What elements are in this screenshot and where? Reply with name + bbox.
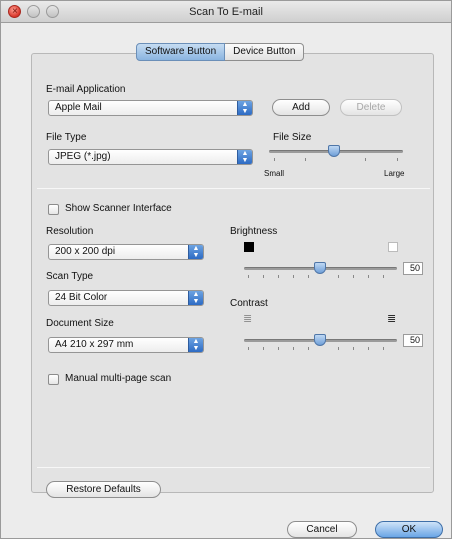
slider-tick [248,347,249,350]
file-size-slider-knob[interactable] [328,145,340,157]
slider-tick [274,158,275,161]
white-square-icon [388,242,398,252]
up-down-arrows-icon: ▲ ▼ [188,338,203,352]
document-size-value: A4 210 x 297 mm [55,339,134,350]
high-contrast-icon: ≣ [387,313,397,325]
window-title: Scan To E-mail [189,6,263,18]
slider-tick [263,275,264,278]
title-bar[interactable]: × Scan To E-mail [1,1,451,23]
ok-button[interactable]: OK [375,521,443,538]
scan-type-label: Scan Type [46,271,94,282]
file-type-label: File Type [46,132,87,143]
email-application-label: E-mail Application [46,84,126,95]
contrast-slider-knob[interactable] [314,334,326,346]
up-down-arrows-icon: ▲ ▼ [237,150,252,164]
slider-tick [368,347,369,350]
low-contrast-icon: ≣ [243,313,253,325]
slider-tick [278,275,279,278]
slider-tick [248,275,249,278]
slider-tick [383,275,384,278]
black-square-icon [244,242,254,252]
resolution-popup[interactable]: 200 x 200 dpi ▲ ▼ [48,244,204,260]
file-size-label: File Size [273,132,312,143]
slider-tick [308,275,309,278]
show-scanner-interface-checkbox[interactable] [48,204,59,215]
tab-bar: Software Button Device Button [136,43,305,61]
contrast-value-field[interactable]: 50 [403,334,423,347]
slider-tick [293,275,294,278]
document-size-label: Document Size [46,318,114,329]
scan-type-value: 24 Bit Color [55,292,108,303]
brightness-slider-knob[interactable] [314,262,326,274]
contrast-label: Contrast [230,298,268,309]
add-button[interactable]: Add [272,99,330,116]
email-application-popup[interactable]: Apple Mail ▲ ▼ [48,100,253,116]
slider-tick [383,347,384,350]
document-size-popup[interactable]: A4 210 x 297 mm ▲ ▼ [48,337,204,353]
tab-device-button[interactable]: Device Button [225,43,305,61]
section-divider [37,467,430,468]
resolution-label: Resolution [46,226,94,237]
file-type-popup[interactable]: JPEG (*.jpg) ▲ ▼ [48,149,253,165]
slider-tick [353,275,354,278]
brightness-label: Brightness [230,226,278,237]
slider-tick [263,347,264,350]
scan-to-email-window: × Scan To E-mail Software Button Device … [0,0,452,539]
cancel-button[interactable]: Cancel [287,521,357,538]
up-down-arrows-icon: ▲ ▼ [237,101,252,115]
file-size-min-label: Small [264,169,285,178]
email-application-value: Apple Mail [55,102,102,113]
slider-tick [305,158,306,161]
resolution-value: 200 x 200 dpi [55,246,116,257]
slider-tick [365,158,366,161]
manual-multipage-scan-checkbox[interactable] [48,374,59,385]
scan-type-popup[interactable]: 24 Bit Color ▲ ▼ [48,290,204,306]
up-down-arrows-icon: ▲ ▼ [188,245,203,259]
file-size-max-label: Large [384,169,405,178]
slider-tick [278,347,279,350]
slider-tick [293,347,294,350]
slider-tick [308,347,309,350]
section-divider [37,188,430,189]
up-down-arrows-icon: ▲ ▼ [188,291,203,305]
slider-tick [353,347,354,350]
slider-tick [338,275,339,278]
slider-tick [338,347,339,350]
file-type-value: JPEG (*.jpg) [55,151,111,162]
slider-tick [368,275,369,278]
restore-defaults-button[interactable]: Restore Defaults [46,481,161,498]
slider-tick [397,158,398,161]
tab-software-button[interactable]: Software Button [136,43,226,61]
manual-multipage-scan-label: Manual multi-page scan [65,373,172,384]
settings-panel: E-mail Application Apple Mail ▲ ▼ Add Del… [31,53,434,498]
delete-button[interactable]: Delete [340,99,402,116]
brightness-value-field[interactable]: 50 [403,262,423,275]
show-scanner-interface-label: Show Scanner Interface [65,203,172,214]
